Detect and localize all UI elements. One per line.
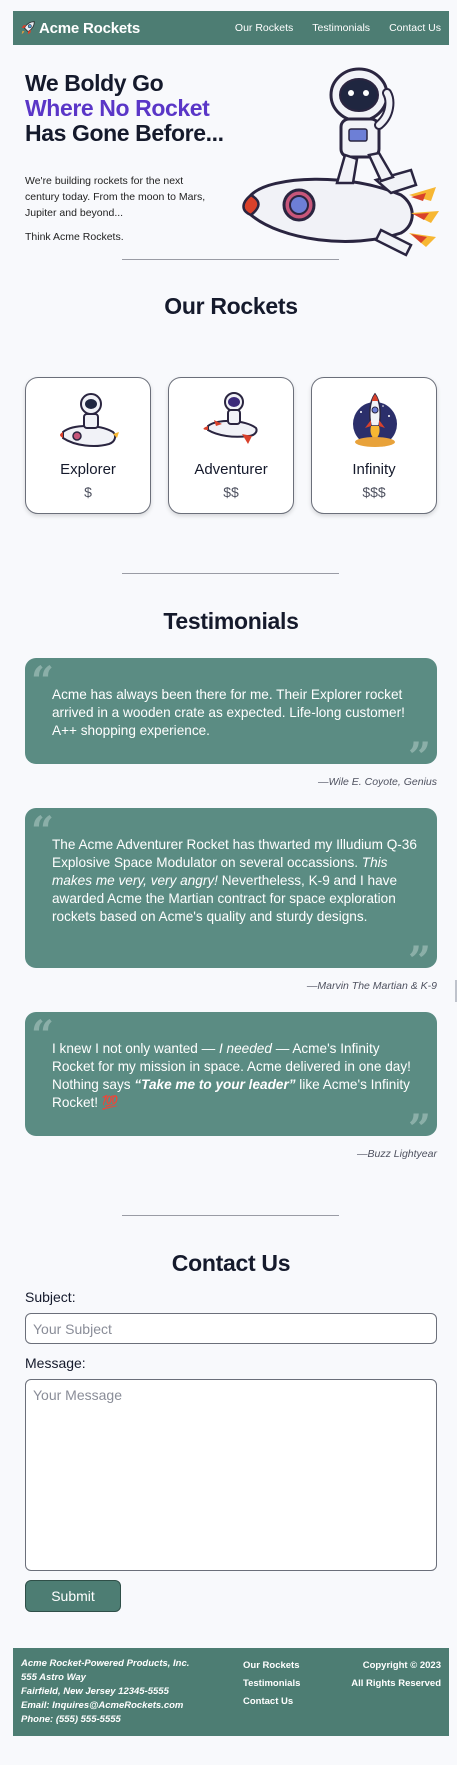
footer-company: Acme Rocket-Powered Products, Inc. <box>21 1658 190 1669</box>
footer-email[interactable]: Email: Inquires@AcmeRockets.com <box>21 1699 189 1713</box>
section-divider <box>122 1215 339 1216</box>
testimonial-author: —Buzz Lightyear <box>357 1148 437 1160</box>
open-quote-icon: “ <box>31 1012 55 1059</box>
astronaut-flying-rocket-icon <box>203 392 258 444</box>
section-divider <box>122 259 339 260</box>
footer-link-contact-us[interactable]: Contact Us <box>243 1693 300 1711</box>
testimonials-title: Testimonials <box>163 608 299 634</box>
hero-title: We Boldy Go Where No Rocket Has Gone Bef… <box>25 71 225 146</box>
nav-testimonials[interactable]: Testimonials <box>312 22 370 34</box>
rocket-card-adventurer[interactable]: Adventurer $$ <box>168 377 294 514</box>
testimonial-card: “ The Acme Adventurer Rocket has thwarte… <box>25 808 437 982</box>
hero-title-line1: We Boldy Go <box>25 70 164 96</box>
testimonial-text: Acme has always been there for me. Their… <box>52 687 405 738</box>
footer-link-our-rockets[interactable]: Our Rockets <box>243 1657 300 1675</box>
rocket-card-name: Infinity <box>352 461 396 478</box>
testimonial-author: —Marvin The Martian & K-9 <box>306 980 437 992</box>
footer-nav: Our Rockets Testimonials Contact Us <box>243 1657 300 1711</box>
close-quote-icon: ” <box>407 938 431 985</box>
site-header: Acme Rockets Our Rockets Testimonials Co… <box>13 11 449 45</box>
rights-text: All Rights Reserved <box>351 1678 441 1689</box>
hero-description: We're building rockets for the next cent… <box>25 175 206 219</box>
brand[interactable]: Acme Rockets <box>19 19 140 37</box>
testimonial-card: “ Acme has always been there for me. The… <box>25 658 437 778</box>
hero-title-accent: Where No Rocket <box>25 95 210 121</box>
rocket-card-price: $$$ <box>362 484 386 500</box>
page: Acme Rockets Our Rockets Testimonials Co… <box>13 11 449 1765</box>
close-quote-icon: ” <box>407 1106 431 1153</box>
testimonial-text: The Acme Adventurer Rocket has thwarted … <box>52 837 417 924</box>
footer-phone: Phone: (555) 555-5555 <box>21 1714 121 1725</box>
rocket-card-explorer[interactable]: Explorer $ <box>25 377 151 514</box>
section-divider <box>122 573 339 574</box>
rocket-icon <box>21 21 35 35</box>
copyright-text: Copyright © 2023 <box>362 1660 441 1671</box>
message-textarea[interactable] <box>25 1379 437 1571</box>
nav-contact-us[interactable]: Contact Us <box>389 22 441 34</box>
rocket-card-name: Adventurer <box>194 461 268 478</box>
open-quote-icon: “ <box>31 808 55 855</box>
astronaut-rocket-illustration <box>242 67 439 257</box>
testimonial-card: “ I knew I not only wanted — I needed — … <box>25 1012 437 1150</box>
testimonial-author: —Wile E. Coyote, Genius <box>318 776 437 788</box>
rocket-card-infinity[interactable]: Infinity $$$ <box>311 377 437 514</box>
open-quote-icon: “ <box>31 658 55 705</box>
rocket-launch-icon <box>353 392 397 447</box>
footer-link-testimonials[interactable]: Testimonials <box>243 1675 300 1693</box>
contact-title: Contact Us <box>171 1250 291 1276</box>
brand-name: Acme Rockets <box>39 19 140 37</box>
rocket-card-price: $$ <box>223 484 239 500</box>
footer-copyright: Copyright © 2023 All Rights Reserved <box>351 1657 441 1693</box>
rockets-title: Our Rockets <box>164 293 298 319</box>
site-footer: Acme Rocket-Powered Products, Inc. 555 A… <box>13 1648 449 1736</box>
testimonial-text: I knew I not only wanted — I needed — Ac… <box>52 1041 411 1110</box>
nav-our-rockets[interactable]: Our Rockets <box>235 22 293 34</box>
main-nav: Our Rockets Testimonials Contact Us <box>235 11 441 45</box>
hero-tagline: Think Acme Rockets. <box>25 231 124 243</box>
subject-label: Subject: <box>25 1289 76 1305</box>
footer-street: 555 Astro Way <box>21 1672 86 1683</box>
hero-title-line3: Has Gone Before... <box>25 120 224 146</box>
footer-city: Fairfield, New Jersey 12345-5555 <box>21 1686 169 1697</box>
subject-input[interactable] <box>25 1313 437 1344</box>
submit-button[interactable]: Submit <box>25 1580 121 1612</box>
rocket-card-price: $ <box>84 484 92 500</box>
rocket-card-name: Explorer <box>60 461 116 478</box>
footer-address: Acme Rocket-Powered Products, Inc. 555 A… <box>21 1657 189 1727</box>
astronaut-on-rocket-icon <box>60 393 119 447</box>
close-quote-icon: ” <box>407 734 431 781</box>
message-label: Message: <box>25 1355 86 1371</box>
